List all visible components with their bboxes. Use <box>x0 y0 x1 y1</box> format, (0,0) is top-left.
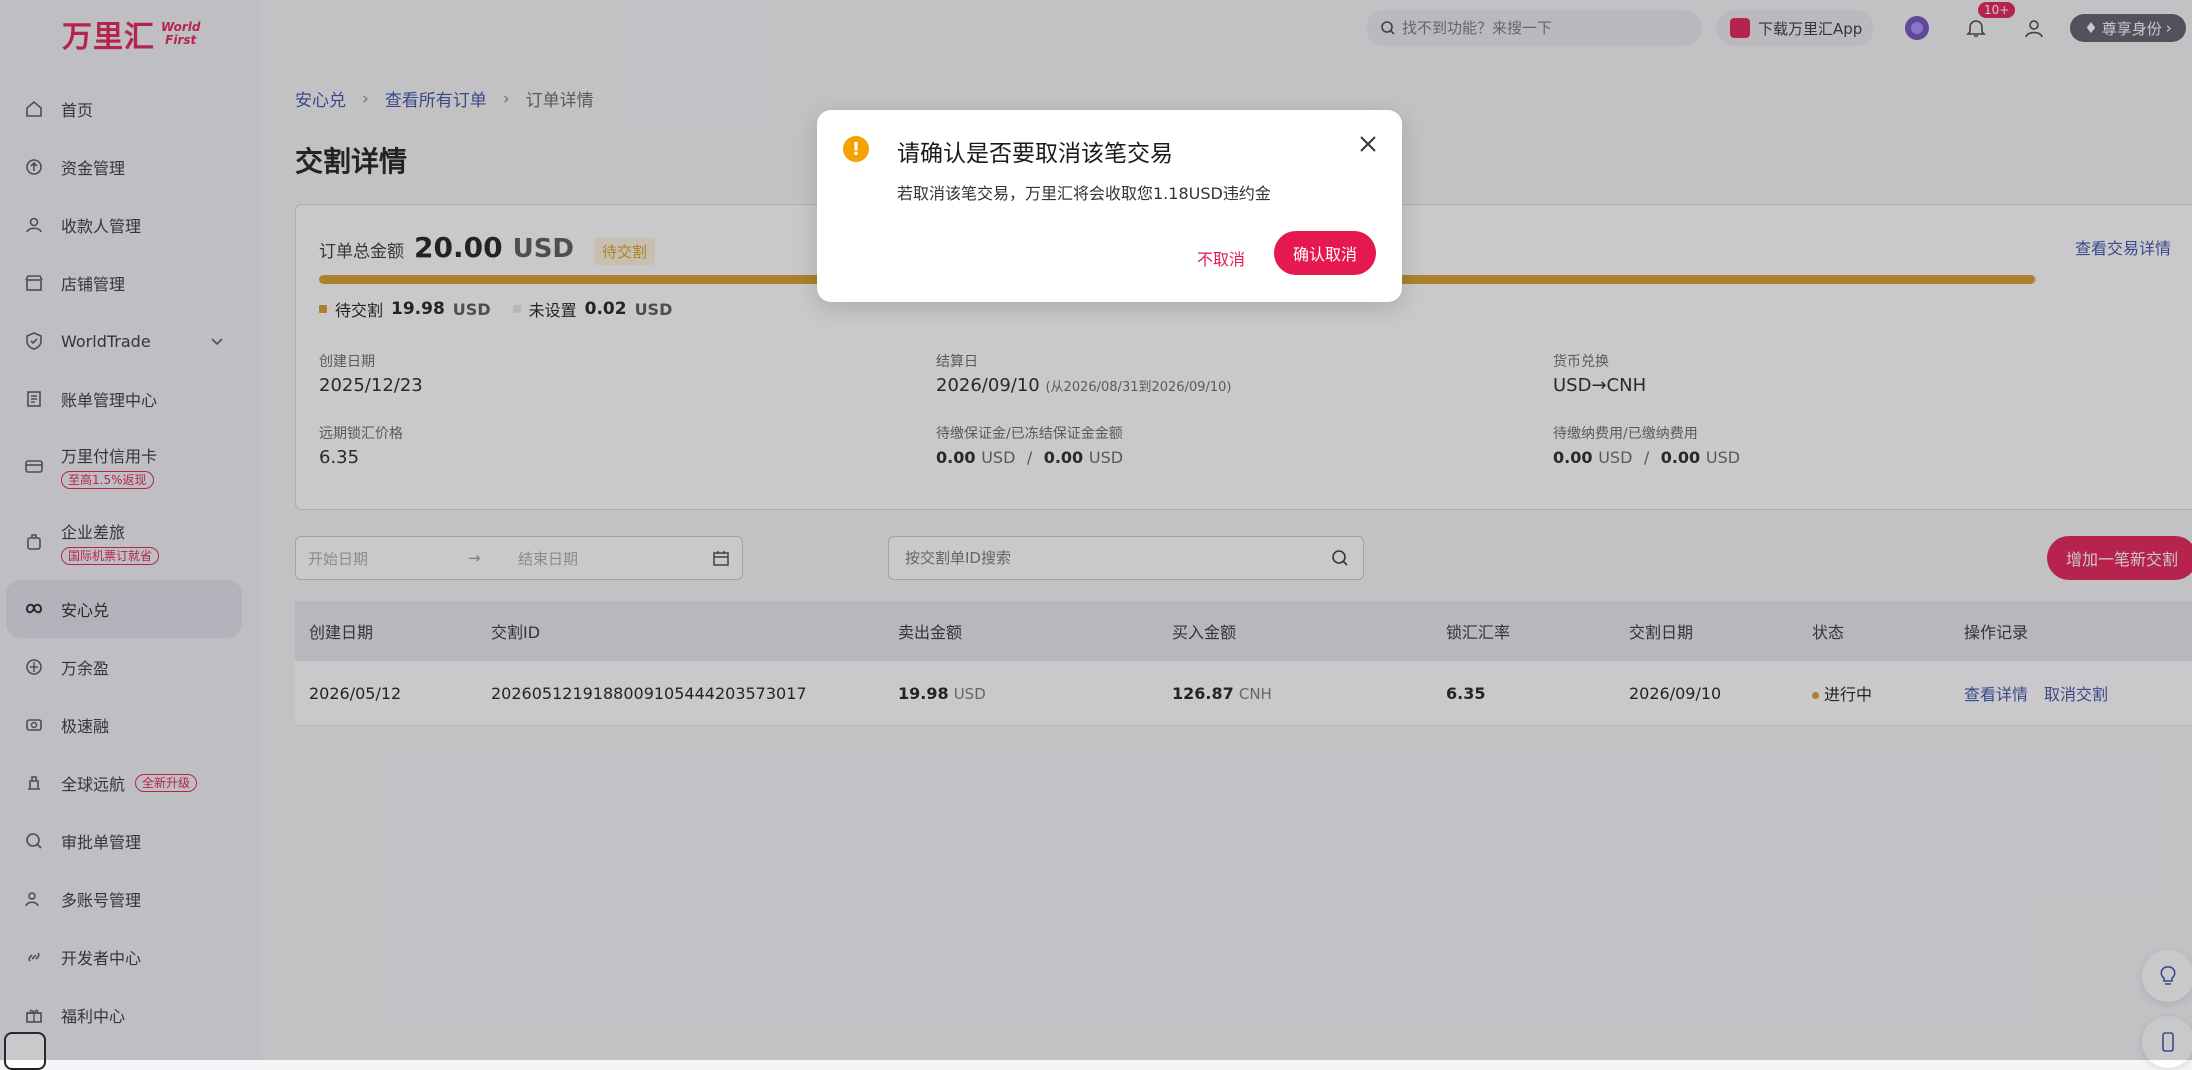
dialog-message: 若取消该笔交易，万里汇将会收取您1.18USD违约金 <box>897 184 1271 203</box>
dialog-title: 请确认是否要取消该笔交易 <box>897 141 1173 167</box>
close-icon[interactable] <box>1354 130 1382 158</box>
warning-icon: ! <box>843 136 869 162</box>
cancel-confirm-dialog: ! 请确认是否要取消该笔交易 若取消该笔交易，万里汇将会收取您1.18USD违约… <box>817 110 1402 302</box>
keep-transaction-button[interactable]: 不取消 <box>1193 240 1249 276</box>
confirm-cancel-button[interactable]: 确认取消 <box>1274 231 1376 275</box>
